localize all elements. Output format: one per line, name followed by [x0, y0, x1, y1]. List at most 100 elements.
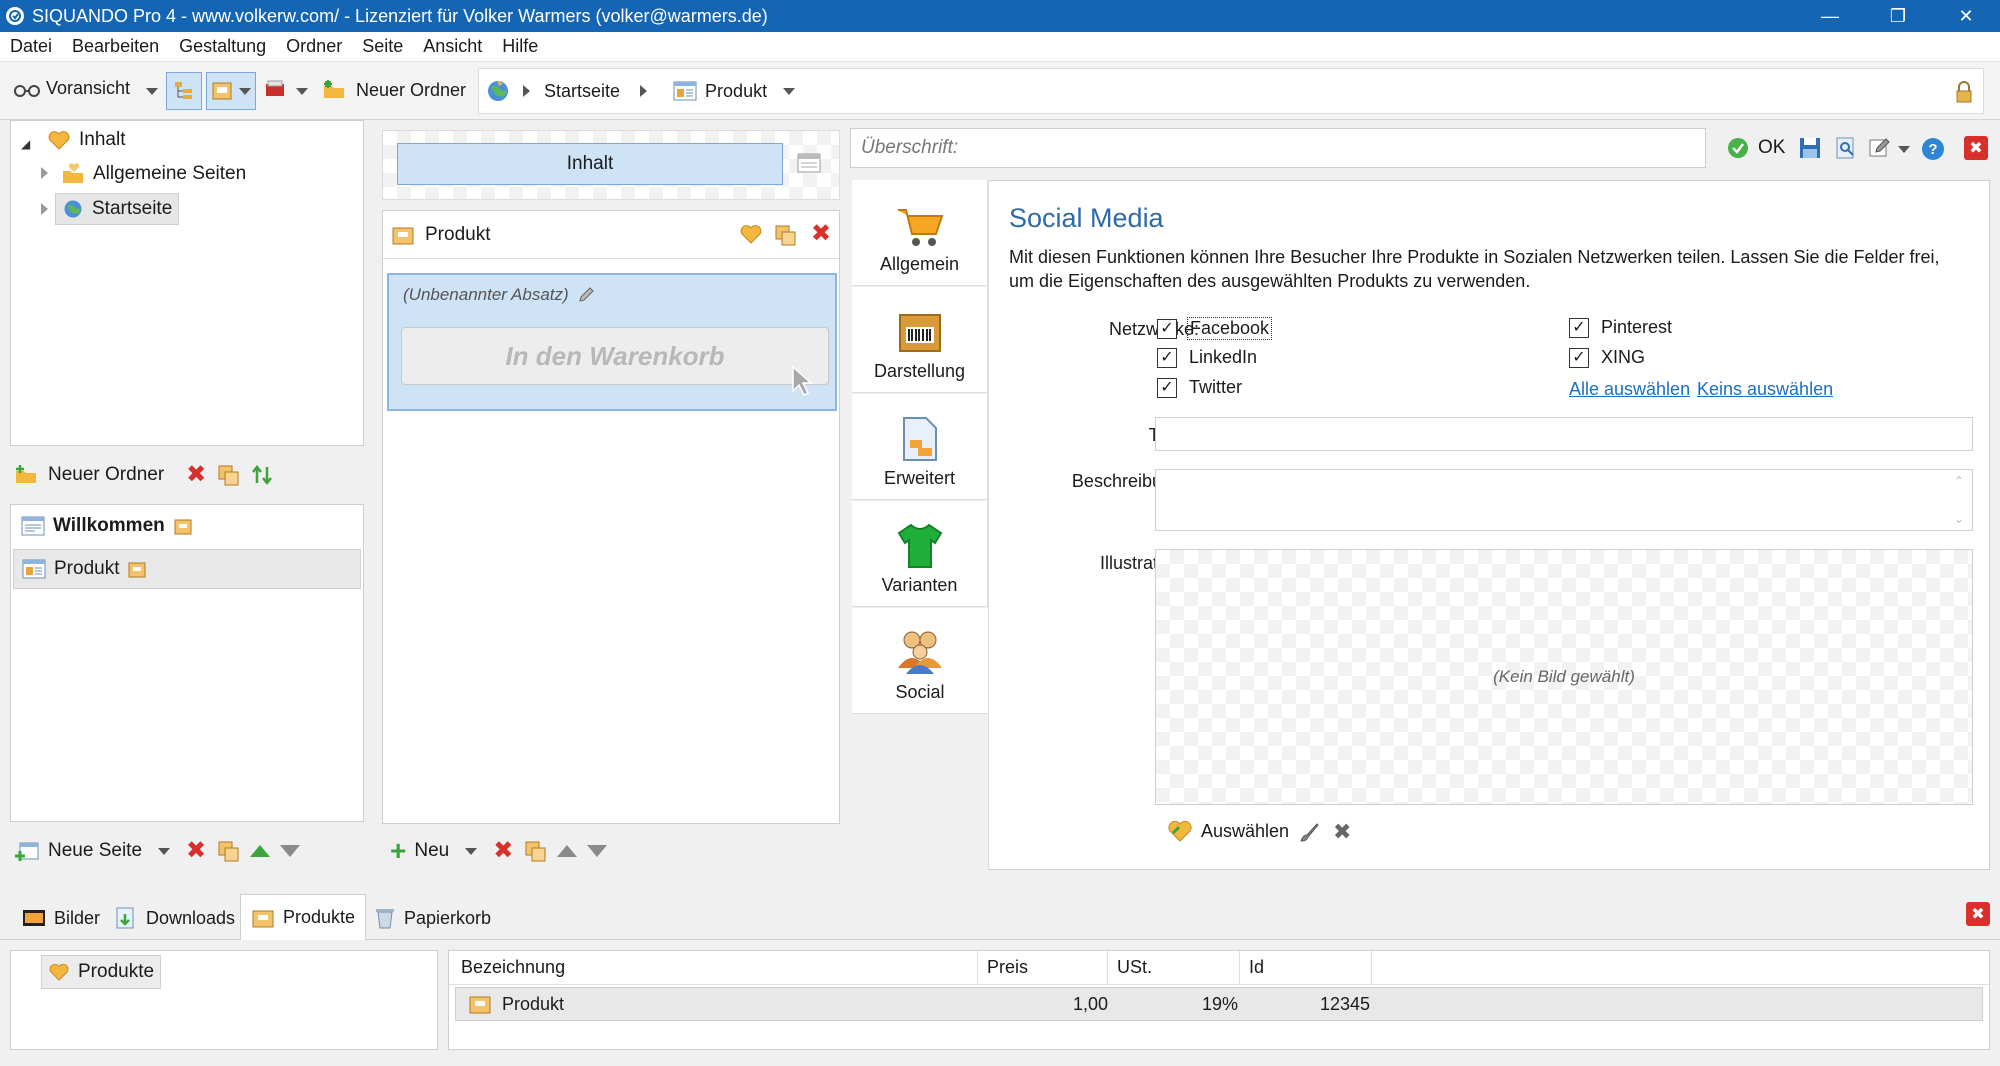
description-input[interactable]: ⌃ ⌄	[1155, 469, 1973, 531]
checkbox-xing[interactable]: ✓ XING	[1569, 347, 1645, 368]
breadcrumb-item-startseite[interactable]: Startseite	[544, 81, 620, 102]
tab-bilder[interactable]: Bilder	[12, 896, 110, 940]
preview-page-icon[interactable]	[1834, 136, 1858, 160]
menu-ordner[interactable]: Ordner	[286, 36, 342, 57]
minimize-button[interactable]: —	[1798, 0, 1862, 32]
new-dropdown-icon[interactable]	[465, 847, 478, 855]
tab-erweitert[interactable]: Erweitert	[852, 394, 988, 500]
expand-arrow-icon[interactable]: ◢	[21, 137, 30, 151]
content-heart-icon	[47, 129, 71, 151]
scroll-up-icon[interactable]: ⌃	[1954, 474, 1964, 488]
save-icon[interactable]	[1798, 136, 1822, 160]
folder-item-produkte[interactable]: Produkte	[41, 955, 162, 989]
heart-icon[interactable]	[739, 223, 763, 245]
toolbar-new-folder-button[interactable]: Neuer Ordner	[322, 78, 466, 102]
move-up-icon[interactable]	[557, 845, 578, 857]
collapse-arrow-icon[interactable]	[41, 167, 48, 179]
page-view-button[interactable]	[206, 72, 256, 110]
page-item-willkommen[interactable]: Willkommen	[21, 515, 193, 537]
edit-icon[interactable]	[1868, 136, 1892, 160]
brush-icon[interactable]	[1297, 821, 1321, 845]
pencil-icon[interactable]	[577, 286, 595, 304]
tab-produkte[interactable]: Produkte	[240, 894, 367, 940]
tree-item-inhalt[interactable]: Inhalt	[47, 129, 125, 151]
publish-icon[interactable]	[264, 78, 288, 102]
tab-allgemein[interactable]: Allgemein	[852, 180, 988, 286]
tab-downloads[interactable]: Downloads	[104, 896, 245, 940]
title-input[interactable]	[1155, 417, 1973, 451]
restore-button[interactable]: ❐	[1866, 0, 1930, 32]
cursor-icon	[789, 365, 817, 397]
tree-view-button[interactable]	[166, 72, 202, 110]
delete-paragraph-icon[interactable]: ✖	[493, 839, 513, 863]
delete-icon[interactable]: ✖	[811, 222, 831, 246]
edit-dropdown-icon[interactable]	[1898, 146, 1910, 153]
checkbox-linkedin[interactable]: ✓ LinkedIn	[1157, 347, 1257, 368]
table-row[interactable]: Produkt 1,00 19% 12345	[455, 987, 1983, 1021]
page-icon	[22, 559, 46, 579]
heading-input[interactable]: Überschrift:	[850, 128, 1706, 168]
new-page-button[interactable]: Neue Seite	[14, 839, 142, 863]
checkbox-twitter[interactable]: ✓ Twitter	[1157, 377, 1242, 398]
tab-papierkorb[interactable]: Papierkorb	[364, 896, 501, 940]
tab-darstellung[interactable]: Darstellung	[852, 287, 988, 393]
move-down-icon[interactable]	[280, 845, 301, 857]
menu-ansicht[interactable]: Ansicht	[423, 36, 482, 57]
close-bottom-panel-icon[interactable]: ✖	[1966, 902, 1990, 926]
section-description: Mit diesen Funktionen können Ihre Besuch…	[1009, 247, 1940, 291]
menu-gestaltung[interactable]: Gestaltung	[179, 36, 266, 57]
paragraph-block[interactable]: (Unbenannter Absatz) In den Warenkorb	[387, 273, 837, 411]
menu-datei[interactable]: Datei	[10, 36, 52, 57]
delete-folder-icon[interactable]: ✖	[186, 463, 206, 487]
checkbox-facebook[interactable]: ✓ Facebook	[1157, 317, 1273, 340]
close-editor-icon[interactable]: ✖	[1964, 136, 1988, 160]
tree-item-startseite[interactable]: Startseite	[55, 193, 180, 225]
collapse-arrow-icon[interactable]	[41, 203, 48, 215]
menu-seite[interactable]: Seite	[362, 36, 403, 57]
tree-item-allgemeine-seiten[interactable]: Allgemeine Seiten	[61, 163, 246, 185]
sort-arrows-icon[interactable]	[250, 463, 274, 487]
tab-social[interactable]: Social	[852, 608, 988, 714]
breadcrumb-item-produkt[interactable]: Produkt	[705, 81, 767, 102]
column-header-bezeichnung[interactable]: Bezeichnung	[461, 957, 565, 978]
cart-button-label: In den Warenkorb	[505, 340, 725, 371]
new-folder-button[interactable]: Neuer Ordner	[14, 463, 164, 487]
page-item-produkt[interactable]: Produkt	[13, 549, 361, 589]
layout-icon[interactable]	[797, 153, 821, 173]
select-none-link[interactable]: Keins auswählen	[1697, 379, 1833, 400]
preview-button[interactable]: Voransicht	[14, 78, 130, 99]
product-box-icon	[127, 559, 147, 579]
delete-page-icon[interactable]: ✖	[186, 839, 206, 863]
checkbox-pinterest[interactable]: ✓ Pinterest	[1569, 317, 1672, 338]
ok-button[interactable]: OK	[1726, 136, 1785, 160]
breadcrumb-dropdown-icon[interactable]	[783, 87, 796, 95]
close-window-button[interactable]: ✕	[1934, 0, 1998, 32]
column-header-preis[interactable]: Preis	[987, 957, 1028, 978]
new-paragraph-button[interactable]: + Neu	[390, 837, 449, 865]
preview-dropdown-icon[interactable]	[146, 88, 158, 95]
cell-price: 1,00	[1072, 994, 1108, 1014]
column-header-ust[interactable]: USt.	[1117, 957, 1152, 978]
globe-icon[interactable]	[485, 78, 511, 104]
tab-varianten[interactable]: Varianten	[852, 501, 988, 607]
illustration-preview[interactable]: (Kein Bild gewählt)	[1155, 549, 1973, 805]
copy-page-icon[interactable]	[216, 839, 240, 863]
menu-bearbeiten[interactable]: Bearbeiten	[72, 36, 159, 57]
lock-icon[interactable]	[1955, 81, 1973, 103]
content-button[interactable]: Inhalt	[397, 143, 783, 185]
move-up-icon[interactable]	[250, 845, 271, 857]
choose-image-button[interactable]: Auswählen	[1167, 819, 1289, 843]
copy-paragraph-icon[interactable]	[523, 839, 547, 863]
select-all-link[interactable]: Alle auswählen	[1569, 379, 1690, 400]
copy-icon[interactable]	[773, 223, 797, 247]
move-down-icon[interactable]	[587, 845, 608, 857]
scroll-down-icon[interactable]: ⌄	[1954, 512, 1964, 526]
clear-image-icon[interactable]: ✖	[1333, 819, 1351, 845]
copy-folder-icon[interactable]	[216, 463, 240, 487]
column-divider	[1371, 951, 1372, 985]
help-icon[interactable]: ?	[1920, 136, 1946, 162]
publish-dropdown-icon[interactable]	[296, 88, 308, 95]
new-page-dropdown-icon[interactable]	[158, 847, 171, 855]
menu-hilfe[interactable]: Hilfe	[502, 36, 538, 57]
column-header-id[interactable]: Id	[1249, 957, 1264, 978]
